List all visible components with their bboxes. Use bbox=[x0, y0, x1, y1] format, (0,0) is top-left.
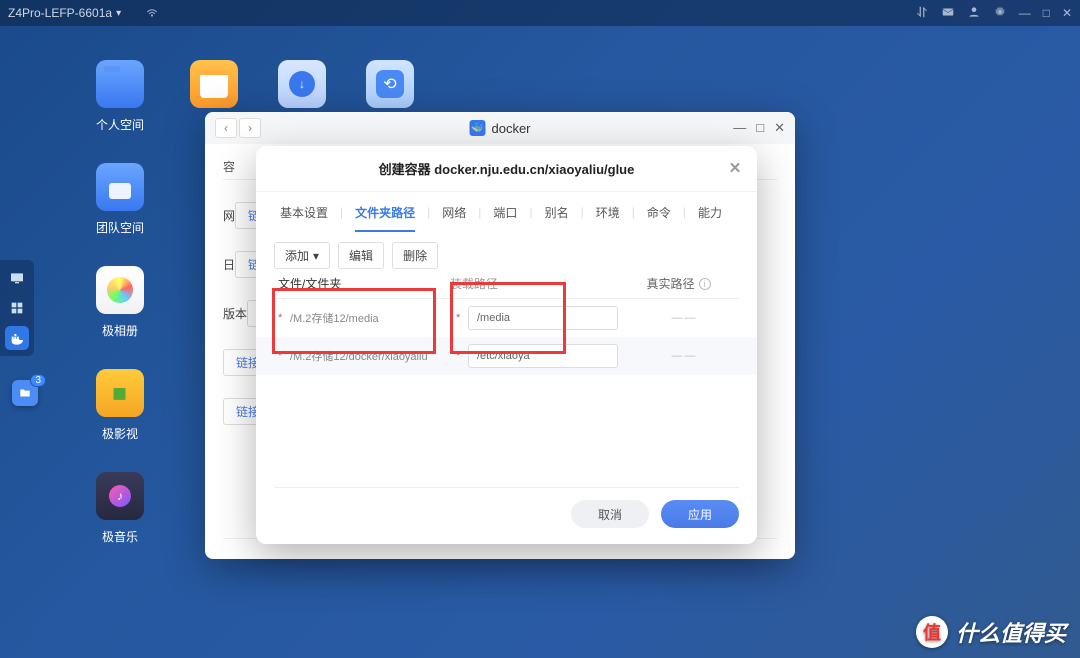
tab-env[interactable]: 环境 bbox=[590, 192, 626, 232]
col-real: 真实路径i bbox=[622, 275, 735, 292]
app-sync[interactable]: ⟲ bbox=[366, 60, 414, 108]
divider bbox=[274, 487, 739, 488]
col-host: 文件/文件夹 bbox=[278, 275, 450, 292]
bg-row-label: 版本 bbox=[223, 305, 247, 322]
app-label: 极音乐 bbox=[102, 528, 138, 545]
modal-tabs: 基本设置| 文件夹路径| 网络| 端口| 别名| 环境| 命令| 能力 bbox=[256, 192, 757, 232]
cancel-button[interactable]: 取消 bbox=[571, 500, 649, 528]
chevron-down-icon: ▾ bbox=[313, 249, 319, 263]
docker-titlebar: ‹ › 🐳 docker — □ ✕ bbox=[205, 112, 795, 144]
tab-folder-path[interactable]: 文件夹路径 bbox=[349, 192, 421, 232]
docker-window-title: docker bbox=[491, 121, 530, 136]
tab-basic[interactable]: 基本设置 bbox=[274, 192, 334, 232]
close-icon[interactable]: ✕ bbox=[727, 160, 743, 176]
info-icon[interactable]: i bbox=[699, 278, 711, 290]
nav-back-button[interactable]: ‹ bbox=[215, 118, 237, 138]
required-icon: * bbox=[456, 312, 464, 324]
app-personal-space[interactable]: 个人空间 bbox=[96, 60, 144, 133]
watermark-text: 什么值得买 bbox=[956, 616, 1066, 648]
window-minimize-icon[interactable]: — bbox=[733, 120, 746, 136]
tab-capability[interactable]: 能力 bbox=[692, 192, 728, 232]
tab-alias[interactable]: 别名 bbox=[539, 192, 575, 232]
app-label: 个人空间 bbox=[96, 116, 144, 133]
app-notes[interactable] bbox=[190, 60, 238, 108]
window-close-icon[interactable]: ✕ bbox=[1062, 6, 1072, 20]
app-download[interactable]: ↓ bbox=[278, 60, 326, 108]
modal-footer: 取消 应用 bbox=[256, 500, 757, 544]
gear-icon[interactable] bbox=[993, 5, 1007, 22]
app-photos[interactable]: 极相册 bbox=[96, 266, 144, 339]
mount-path-input[interactable] bbox=[468, 306, 618, 330]
host-path: /M.2存储12/media bbox=[290, 310, 456, 326]
system-topbar: Z4Pro-LEFP-6601a ▾ — □ ✕ bbox=[0, 0, 1080, 26]
real-path: —— bbox=[634, 350, 735, 362]
required-icon: * bbox=[278, 312, 286, 324]
add-button[interactable]: 添加▾ bbox=[274, 242, 330, 269]
required-icon: * bbox=[456, 350, 464, 362]
required-icon: * bbox=[278, 350, 286, 362]
bg-tab: 容 bbox=[223, 160, 235, 174]
bg-row-label: 日 bbox=[223, 256, 235, 273]
transfer-icon[interactable] bbox=[915, 5, 929, 22]
delete-button[interactable]: 删除 bbox=[392, 242, 438, 269]
path-table-header: 文件/文件夹 装载路径 真实路径i bbox=[256, 275, 757, 292]
tab-cmd[interactable]: 命令 bbox=[641, 192, 677, 232]
window-maximize-icon[interactable]: □ bbox=[756, 120, 764, 136]
window-maximize-icon[interactable]: □ bbox=[1043, 6, 1050, 20]
apply-button[interactable]: 应用 bbox=[661, 500, 739, 528]
mail-icon[interactable] bbox=[941, 5, 955, 22]
path-row[interactable]: * /M.2存储12/media * —— bbox=[256, 299, 757, 337]
app-team-space[interactable]: 团队空间 bbox=[96, 163, 144, 236]
create-container-modal: 创建容器 docker.nju.edu.cn/xiaoyaliu/glue ✕ … bbox=[256, 146, 757, 544]
edit-button[interactable]: 编辑 bbox=[338, 242, 384, 269]
chevron-down-icon: ▾ bbox=[116, 8, 121, 19]
window-close-icon[interactable]: ✕ bbox=[774, 120, 785, 136]
bg-row-label: 网 bbox=[223, 207, 235, 224]
real-path: —— bbox=[634, 312, 735, 324]
col-mount: 装载路径 bbox=[450, 275, 622, 292]
wifi-icon bbox=[145, 5, 159, 22]
app-music[interactable]: ♪极音乐 bbox=[96, 472, 144, 545]
modal-header: 创建容器 docker.nju.edu.cn/xiaoyaliu/glue ✕ bbox=[256, 146, 757, 192]
app-label: 极影视 bbox=[102, 425, 138, 442]
host-name[interactable]: Z4Pro-LEFP-6601a ▾ bbox=[8, 6, 121, 20]
modal-toolbar: 添加▾ 编辑 删除 bbox=[256, 232, 757, 275]
watermark: 值 什么值得买 bbox=[916, 616, 1066, 648]
mount-path-input[interactable] bbox=[468, 344, 618, 368]
modal-title: 创建容器 docker.nju.edu.cn/xiaoyaliu/glue bbox=[379, 159, 635, 178]
host-name-label: Z4Pro-LEFP-6601a bbox=[8, 6, 112, 20]
user-icon[interactable] bbox=[967, 5, 981, 22]
tab-port[interactable]: 端口 bbox=[487, 192, 523, 232]
app-video[interactable]: ◆极影视 bbox=[96, 369, 144, 442]
app-label: 极相册 bbox=[102, 322, 138, 339]
window-minimize-icon[interactable]: — bbox=[1019, 6, 1031, 20]
tab-network[interactable]: 网络 bbox=[436, 192, 472, 232]
app-label: 团队空间 bbox=[96, 219, 144, 236]
path-row[interactable]: * /M.2存储12/docker/xiaoyaliu * —— bbox=[256, 337, 757, 375]
nav-forward-button[interactable]: › bbox=[239, 118, 261, 138]
watermark-logo-icon: 值 bbox=[916, 616, 948, 648]
host-path: /M.2存储12/docker/xiaoyaliu bbox=[290, 348, 456, 364]
docker-logo-icon: 🐳 bbox=[469, 120, 485, 136]
